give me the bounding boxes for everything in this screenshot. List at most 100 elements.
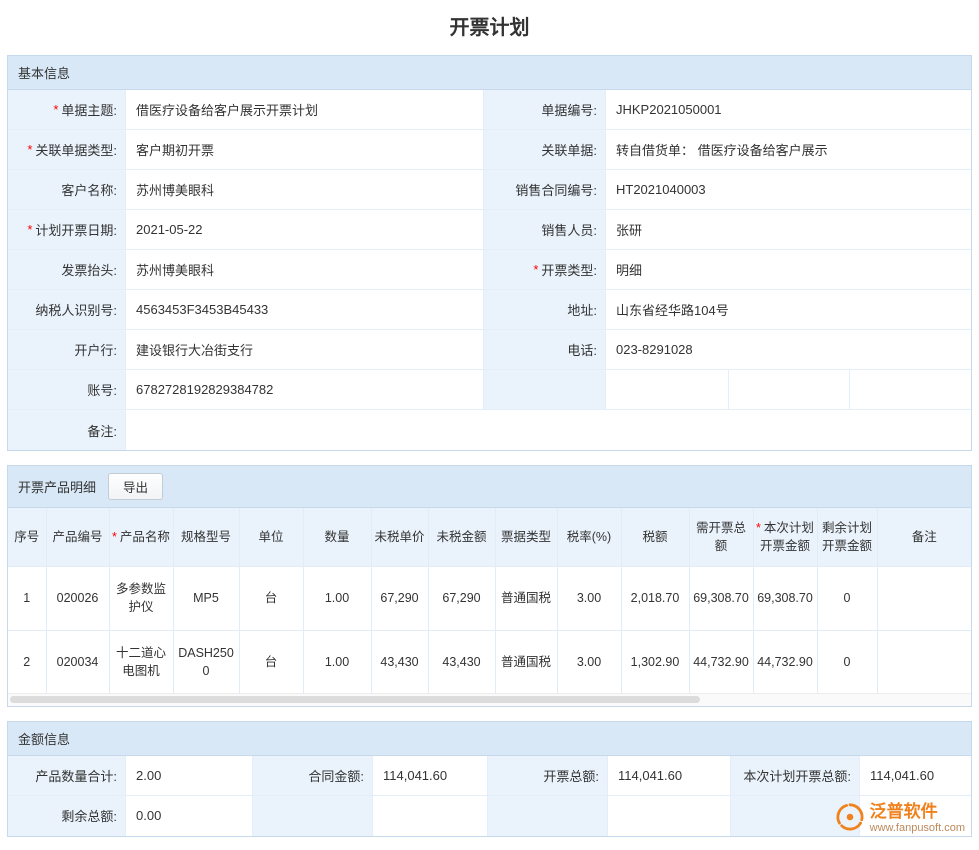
remark-row: 备注: bbox=[8, 410, 971, 450]
empty-value-cell bbox=[373, 796, 488, 836]
required-mark: * bbox=[112, 530, 117, 544]
fanpu-logo-icon bbox=[835, 802, 865, 835]
field-label-address: 地址: bbox=[484, 290, 606, 330]
label-text: 开票总额: bbox=[543, 766, 599, 785]
field-label-salesperson: 销售人员: bbox=[484, 210, 606, 250]
amounts-header: 金额信息 bbox=[8, 722, 971, 756]
col-current-plan-amount: *本次计划开票金额 bbox=[753, 508, 817, 567]
label-text: 开户行: bbox=[74, 340, 117, 359]
col-label: 产品编号 bbox=[52, 530, 102, 544]
table-cell: 3.00 bbox=[557, 567, 621, 630]
empty-value-cell bbox=[729, 370, 850, 410]
empty-label-cell bbox=[253, 796, 373, 836]
watermark-site: www.fanpusoft.com bbox=[870, 822, 965, 835]
table-cell: 020034 bbox=[46, 630, 109, 693]
empty-label-cell bbox=[484, 370, 606, 410]
required-mark: * bbox=[53, 102, 58, 117]
empty-value-cell bbox=[850, 370, 971, 410]
col-label: 本次计划开票金额 bbox=[760, 521, 814, 553]
field-value-customer: 苏州博美眼科 bbox=[126, 170, 484, 210]
col-label: 产品名称 bbox=[120, 530, 170, 544]
products-table: 序号 产品编号 *产品名称 规格型号 单位 数量 未税单价 未税金额 票据类型 … bbox=[8, 508, 971, 693]
field-value-contract-no: HT2021040003 bbox=[606, 170, 971, 210]
field-label-contract-amount: 合同金额: bbox=[253, 756, 373, 796]
field-label-related-doc: 关联单据: bbox=[484, 130, 606, 170]
table-cell: 0 bbox=[817, 630, 877, 693]
amounts-title: 金额信息 bbox=[18, 729, 70, 748]
table-cell: 普通国税 bbox=[495, 567, 557, 630]
field-value-qty-total: 2.00 bbox=[126, 756, 253, 796]
col-label: 税额 bbox=[642, 530, 667, 544]
field-label-invoice-title: 发票抬头: bbox=[8, 250, 126, 290]
required-mark: * bbox=[756, 521, 761, 535]
basic-info-title: 基本信息 bbox=[18, 63, 70, 82]
field-label-account: 账号: bbox=[8, 370, 126, 410]
field-value-bank: 建设银行大冶街支行 bbox=[126, 330, 484, 370]
field-label-plan-total: 本次计划开票总额: bbox=[731, 756, 860, 796]
col-tax-amount: 税额 bbox=[621, 508, 689, 567]
label-text: 计划开票日期: bbox=[35, 220, 117, 239]
table-cell: 43,430 bbox=[428, 630, 495, 693]
col-remaining-plan-amount: 剩余计划开票金额 bbox=[817, 508, 877, 567]
label-text: 备注: bbox=[87, 421, 117, 440]
watermark: 泛普软件 www.fanpusoft.com bbox=[835, 802, 965, 835]
field-value-plan-date: 2021-05-22 bbox=[126, 210, 484, 250]
col-unit: 单位 bbox=[239, 508, 303, 567]
field-value-plan-total: 114,041.60 bbox=[860, 756, 971, 796]
product-row: 1 020026 多参数监护仪 MP5 台 1.00 67,290 67,290… bbox=[8, 567, 971, 630]
field-label-contract-no: 销售合同编号: bbox=[484, 170, 606, 210]
field-value-invoice-type: 明细 bbox=[606, 250, 971, 290]
label-text: 关联单据类型: bbox=[35, 140, 117, 159]
table-cell: DASH2500 bbox=[173, 630, 239, 693]
field-label-doc-no: 单据编号: bbox=[484, 90, 606, 130]
watermark-brand: 泛普软件 bbox=[870, 802, 965, 822]
table-cell: 69,308.70 bbox=[689, 567, 753, 630]
table-cell: 44,732.90 bbox=[753, 630, 817, 693]
col-label: 剩余计划开票金额 bbox=[822, 521, 872, 553]
amounts-section: 金额信息 产品数量合计: 2.00 合同金额: 114,041.60 开票总额:… bbox=[7, 721, 972, 837]
col-label: 未税金额 bbox=[436, 530, 486, 544]
field-value-subject: 借医疗设备给客户展示开票计划 bbox=[126, 90, 484, 130]
export-button[interactable]: 导出 bbox=[108, 473, 163, 500]
table-cell bbox=[877, 567, 971, 630]
field-label-invoice-type: *开票类型: bbox=[484, 250, 606, 290]
label-text: 关联单据: bbox=[541, 140, 597, 159]
field-value-invoice-total: 114,041.60 bbox=[608, 756, 731, 796]
col-label: 需开票总额 bbox=[696, 521, 746, 553]
col-amount-excl-tax: 未税金额 bbox=[428, 508, 495, 567]
field-label-plan-date: *计划开票日期: bbox=[8, 210, 126, 250]
col-label: 单位 bbox=[258, 530, 283, 544]
field-label-bank: 开户行: bbox=[8, 330, 126, 370]
field-value-contract-amount: 114,041.60 bbox=[373, 756, 488, 796]
horizontal-scrollbar[interactable] bbox=[8, 693, 971, 706]
label-text: 客户名称: bbox=[61, 180, 117, 199]
label-text: 本次计划开票总额: bbox=[743, 766, 851, 785]
label-text: 账号: bbox=[87, 380, 117, 399]
table-cell: 67,290 bbox=[428, 567, 495, 630]
basic-info-section: 基本信息 *单据主题: 借医疗设备给客户展示开票计划 单据编号: JHKP202… bbox=[7, 55, 972, 451]
col-label: 规格型号 bbox=[181, 530, 231, 544]
label-text: 纳税人识别号: bbox=[35, 300, 117, 319]
col-label: 备注 bbox=[912, 530, 937, 544]
table-cell: 十二道心电图机 bbox=[109, 630, 173, 693]
product-row: 2 020034 十二道心电图机 DASH2500 台 1.00 43,430 … bbox=[8, 630, 971, 693]
watermark-text: 泛普软件 www.fanpusoft.com bbox=[870, 802, 965, 834]
field-label-related-type: *关联单据类型: bbox=[8, 130, 126, 170]
field-value-related-doc: 转自借货单： 借医疗设备给客户展示 bbox=[606, 130, 971, 170]
label-text: 开票类型: bbox=[541, 260, 597, 279]
field-label-tax-no: 纳税人识别号: bbox=[8, 290, 126, 330]
table-cell: 67,290 bbox=[371, 567, 428, 630]
table-cell bbox=[877, 630, 971, 693]
table-cell: 020026 bbox=[46, 567, 109, 630]
table-cell: 44,732.90 bbox=[689, 630, 753, 693]
label-text: 销售合同编号: bbox=[515, 180, 597, 199]
basic-info-grid: *单据主题: 借医疗设备给客户展示开票计划 单据编号: JHKP20210500… bbox=[8, 90, 971, 370]
field-label-customer: 客户名称: bbox=[8, 170, 126, 210]
col-total-to-invoice: 需开票总额 bbox=[689, 508, 753, 567]
empty-label-cell bbox=[488, 796, 608, 836]
field-value-phone: 023-8291028 bbox=[606, 330, 971, 370]
field-value-salesperson: 张研 bbox=[606, 210, 971, 250]
col-label: 税率(%) bbox=[567, 530, 611, 544]
field-label-phone: 电话: bbox=[484, 330, 606, 370]
scrollbar-thumb[interactable] bbox=[10, 696, 700, 703]
